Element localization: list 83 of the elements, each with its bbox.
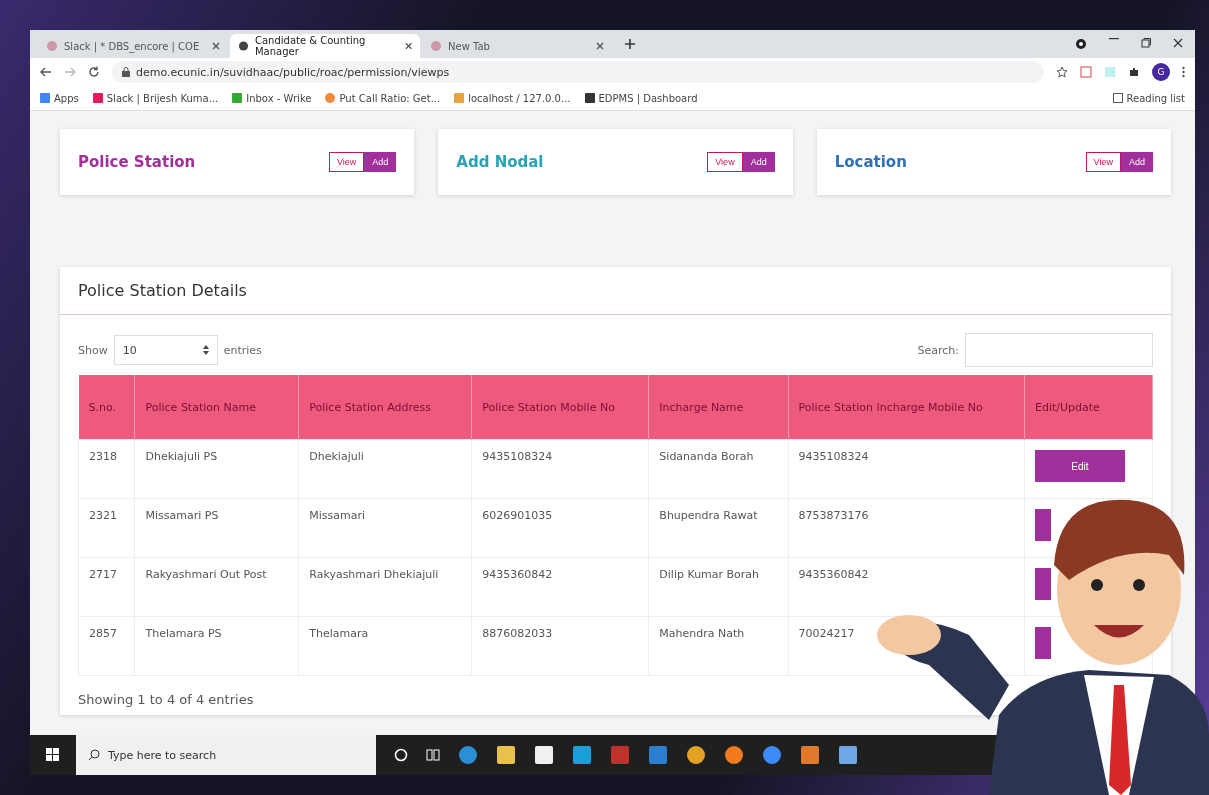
bookmark-icon [454, 93, 465, 103]
table-cell: 9435360842 [471, 557, 649, 617]
table-cell: Bhupendra Rawat [648, 498, 789, 558]
show-label: Show [78, 343, 108, 357]
page-size-select[interactable]: 10 [113, 335, 218, 365]
star-icon[interactable] [1056, 66, 1068, 78]
table-cell: Rakyashmari Dhekiajuli [298, 557, 472, 617]
bookmark-icon [584, 93, 595, 103]
record-icon[interactable] [1075, 38, 1087, 50]
column-header[interactable]: Edit/Update [1024, 375, 1153, 440]
view-button[interactable]: View [1085, 152, 1121, 172]
search-icon [88, 749, 100, 761]
column-header[interactable]: S.no. [78, 375, 135, 440]
table-cell: 9435108324 [471, 439, 649, 499]
search-label: Search: [917, 343, 959, 357]
column-header[interactable]: Police Station Address [298, 375, 472, 440]
table-cell: 2717 [78, 557, 135, 617]
task-view-icon[interactable] [426, 748, 440, 762]
reload-icon[interactable] [88, 66, 100, 78]
browser-tab[interactable]: Slack | * DBS_encore | COE [38, 34, 228, 58]
taskbar-search-field[interactable]: Type here to search [76, 735, 376, 775]
lock-icon [122, 67, 130, 77]
close-icon[interactable] [596, 42, 604, 50]
close-icon[interactable] [212, 42, 220, 50]
table-cell: 6026901035 [471, 498, 649, 558]
bookmark[interactable]: localhost / 127.0.0... [454, 92, 571, 104]
table-cell: 2321 [78, 498, 135, 558]
table-cell: 8876082033 [471, 616, 649, 676]
reading-list[interactable]: Reading list [1112, 92, 1185, 104]
circle-icon[interactable] [394, 748, 408, 762]
table-cell: Dhekiajuli [298, 439, 472, 499]
view-button[interactable]: View [328, 152, 365, 172]
table-cell: 2318 [78, 439, 135, 499]
entries-info: Showing 1 to 4 of 4 entries [78, 692, 255, 707]
restore-icon[interactable] [1141, 38, 1151, 48]
bookmark-icon [40, 93, 50, 103]
card-title: Police Station [78, 153, 196, 171]
column-header[interactable]: Police Station Mobile No [471, 375, 649, 440]
bookmark[interactable]: Put Call Ratio: Get... [325, 92, 441, 104]
table-cell: 2857 [78, 616, 135, 676]
table-cell: Sidananda Borah [648, 439, 789, 499]
table-cell: 8753873176 [788, 498, 1025, 558]
table-cell: Thelamara PS [135, 616, 299, 676]
card-title: Add Nodal [456, 153, 544, 171]
close-icon[interactable] [404, 42, 412, 50]
bookmark[interactable]: Inbox - Wrike [232, 92, 312, 104]
close-icon[interactable] [1173, 38, 1183, 48]
table-cell: Rakyashmari Out Post [135, 557, 299, 617]
list-icon [1112, 93, 1123, 103]
minimize-icon[interactable] [1109, 38, 1119, 40]
bookmark-icon [232, 93, 243, 103]
table-cell: Dhekiajuli PS [135, 439, 299, 499]
updown-icon [202, 345, 209, 355]
table-cell: Missamari PS [135, 498, 299, 558]
add-button[interactable]: Add [1120, 152, 1153, 172]
edit-button[interactable]: Edit [1035, 450, 1125, 482]
table-cell: 9435108324 [788, 439, 1025, 499]
bookmark[interactable]: Slack | Brijesh Kuma... [92, 92, 219, 104]
windows-icon[interactable] [46, 748, 60, 762]
table-cell: Dilip Kumar Borah [648, 557, 789, 617]
column-header[interactable]: Police Station Incharge Mobile No [788, 375, 1025, 440]
menu-icon[interactable] [1182, 66, 1185, 78]
column-header[interactable]: Incharge Name [648, 375, 789, 440]
add-button[interactable]: Add [364, 152, 397, 172]
entries-label: entries [223, 343, 262, 357]
search-field[interactable] [965, 333, 1153, 367]
view-button[interactable]: View [707, 152, 743, 172]
card-title: Location [834, 153, 907, 171]
address-bar[interactable]: demo.ecunic.in/suvidhaac/public/roac/permission/viewps [112, 61, 1044, 83]
browser-tab[interactable]: New Tab [422, 34, 612, 58]
bookmark-icon [325, 93, 336, 103]
bookmark[interactable]: Apps [40, 92, 79, 104]
column-header[interactable]: Police Station Name [135, 375, 299, 440]
browser-tab[interactable]: Candidate & Counting Manager [230, 34, 420, 58]
bookmark-icon [92, 93, 103, 103]
bookmark[interactable]: EDPMS | Dashboard [584, 92, 698, 104]
back-icon[interactable] [40, 67, 52, 77]
add-button[interactable]: Add [742, 152, 775, 172]
profile-avatar[interactable]: G [1152, 63, 1170, 81]
table-cell: Missamari [298, 498, 472, 558]
panel-title: Police Station Details [60, 267, 1171, 315]
table-cell: Thelamara [298, 616, 472, 676]
table-cell: Mahendra Nath [648, 616, 789, 676]
